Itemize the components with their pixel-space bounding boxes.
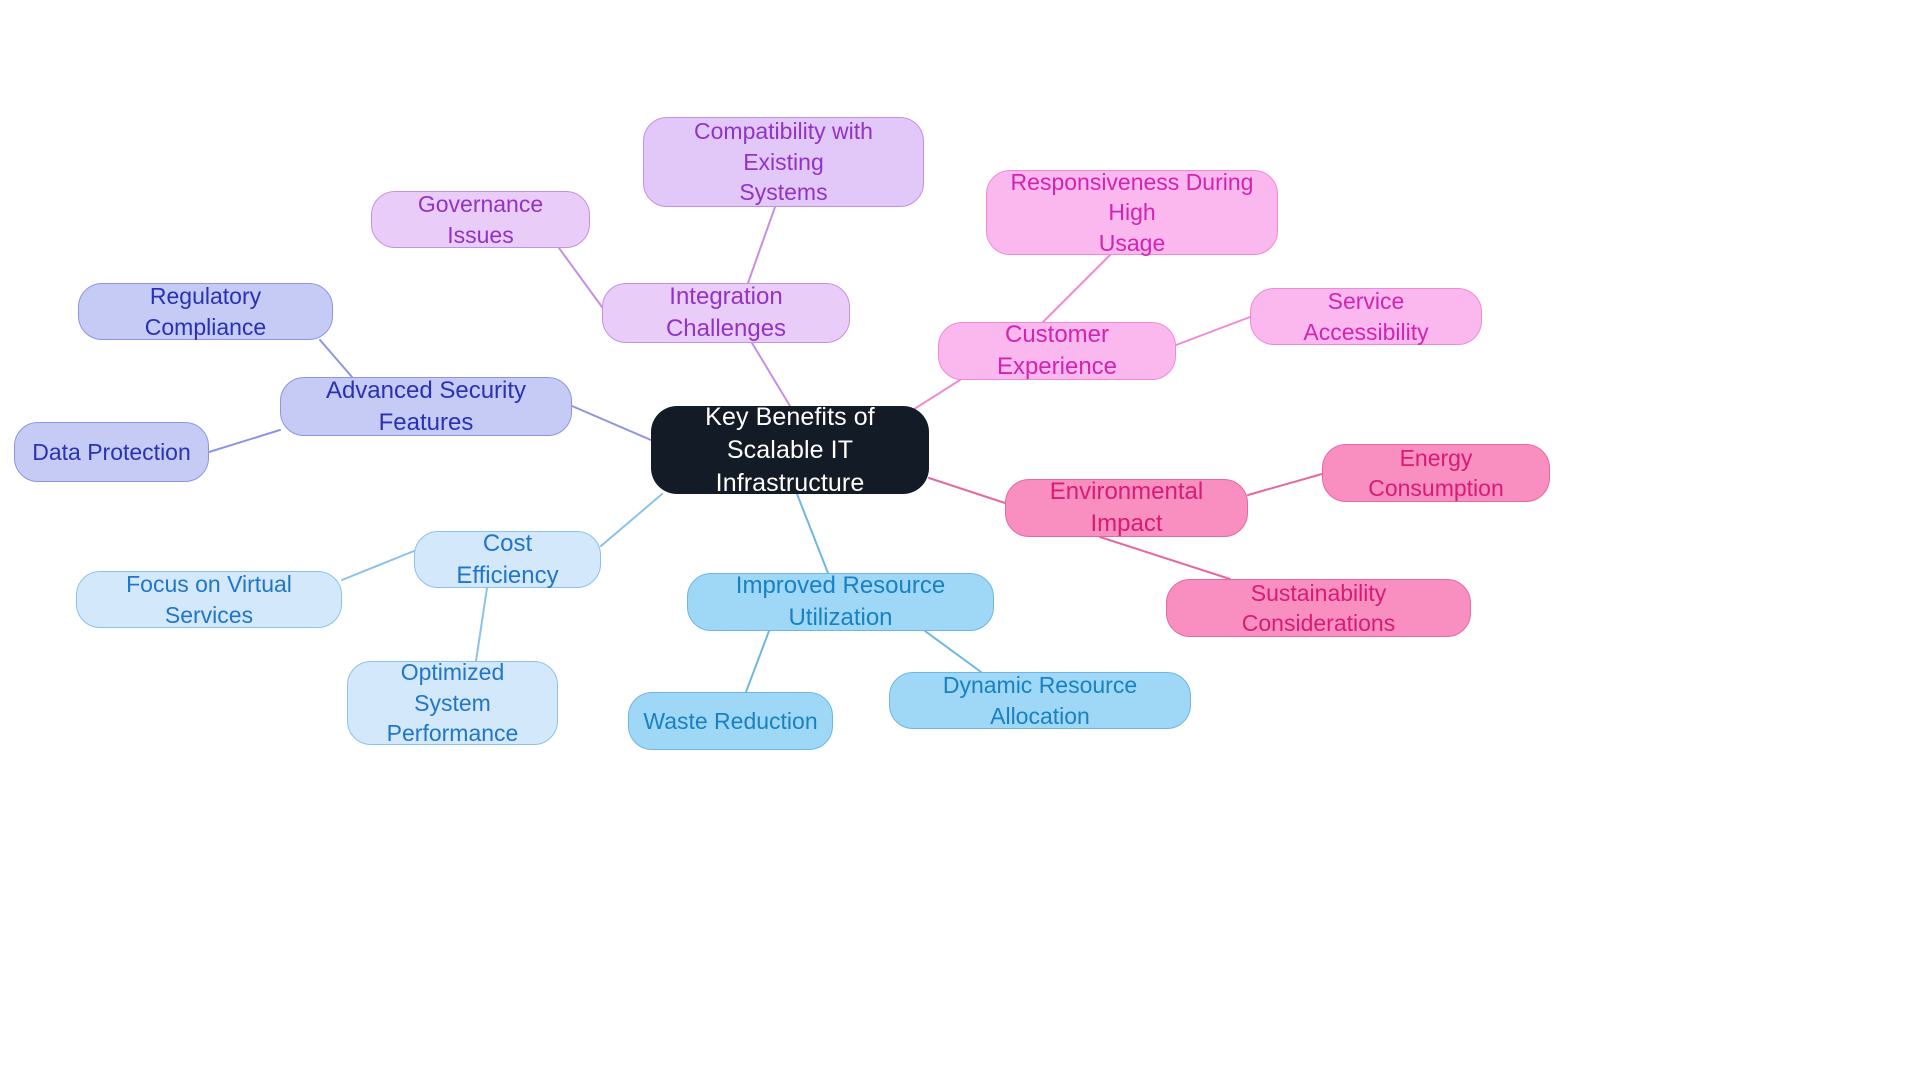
node-environmental-impact[interactable]: Environmental Impact <box>1005 478 1248 537</box>
node-label: Responsiveness During High Usage <box>1010 168 1254 256</box>
node-label: Data Protection <box>32 438 191 465</box>
edge-root-improved <box>796 493 829 574</box>
node-energy-consumption[interactable]: Energy Consumption <box>1322 444 1550 502</box>
node-label: Regulatory Compliance <box>144 283 267 340</box>
edge-root-customer <box>907 379 961 414</box>
node-label: Governance Issues <box>417 191 544 248</box>
node-focus-on-virtual-services[interactable]: Focus on Virtual Services <box>76 571 342 628</box>
node-label: Advanced Security Features <box>325 376 527 436</box>
edge-root-environmental <box>928 477 1006 504</box>
edge-improved-waste <box>745 630 770 693</box>
node-label: Cost Efficiency <box>456 529 559 589</box>
node-label: Key Benefits of Scalable IT Infrastructu… <box>705 402 875 497</box>
edge-layer <box>208 206 1323 693</box>
edge-root-integration <box>751 342 791 407</box>
node-optimized-system-performance[interactable]: Optimized System Performance <box>347 659 558 746</box>
node-integration-challenges[interactable]: Integration Challenges <box>602 283 850 343</box>
node-label: Focus on Virtual Services <box>126 571 292 628</box>
node-regulatory-compliance[interactable]: Regulatory Compliance <box>78 283 333 340</box>
node-label: Waste Reduction <box>643 707 818 734</box>
node-sustainability-considerations[interactable]: Sustainability Considerations <box>1166 579 1471 637</box>
node-data-protection[interactable]: Data Protection <box>14 422 209 482</box>
edge-security-regulatory <box>319 339 353 378</box>
node-responsiveness-during-high-usage[interactable]: Responsiveness During High Usage <box>986 168 1278 256</box>
node-label: Service Accessibility <box>1303 288 1429 345</box>
node-label: Improved Resource Utilization <box>735 572 946 631</box>
node-root[interactable]: Key Benefits of Scalable IT Infrastructu… <box>651 403 929 497</box>
edge-environmental-energy <box>1247 473 1323 496</box>
edge-environmental-sustainability <box>1099 536 1231 580</box>
node-label: Customer Experience <box>996 321 1118 380</box>
node-label: Energy Consumption <box>1368 444 1504 501</box>
node-cost-efficiency[interactable]: Cost Efficiency <box>414 529 601 589</box>
node-service-accessibility[interactable]: Service Accessibility <box>1250 288 1482 345</box>
edge-integration-governance <box>558 247 603 308</box>
node-governance-issues[interactable]: Governance Issues <box>371 191 590 248</box>
node-label: Optimized System Performance <box>386 659 519 747</box>
node-advanced-security-features[interactable]: Advanced Security Features <box>280 377 572 436</box>
edge-integration-compatibility <box>747 206 776 284</box>
edge-cost-optimized <box>475 587 488 662</box>
node-label: Dynamic Resource Allocation <box>942 672 1138 729</box>
edge-customer-responsiveness <box>1042 254 1111 323</box>
node-customer-experience[interactable]: Customer Experience <box>938 321 1176 380</box>
node-improved-resource-utilization[interactable]: Improved Resource Utilization <box>687 572 994 631</box>
node-compatibility-with-existing-systems[interactable]: Compatibility with Existing Systems <box>643 117 924 207</box>
edge-root-cost <box>600 493 663 547</box>
edge-improved-dynamic <box>924 630 982 673</box>
mindmap-canvas: Key Benefits of Scalable IT Infrastructu… <box>0 0 1920 1083</box>
edge-customer-service <box>1175 316 1251 346</box>
edge-root-security <box>571 405 652 441</box>
node-dynamic-resource-allocation[interactable]: Dynamic Resource Allocation <box>889 672 1191 729</box>
node-label: Sustainability Considerations <box>1241 579 1396 636</box>
node-label: Integration Challenges <box>665 283 787 342</box>
node-label: Environmental Impact <box>1049 478 1204 537</box>
node-label: Compatibility with Existing Systems <box>694 118 873 206</box>
edge-cost-focus <box>341 550 415 581</box>
node-waste-reduction[interactable]: Waste Reduction <box>628 692 833 750</box>
edge-security-data <box>208 429 281 453</box>
